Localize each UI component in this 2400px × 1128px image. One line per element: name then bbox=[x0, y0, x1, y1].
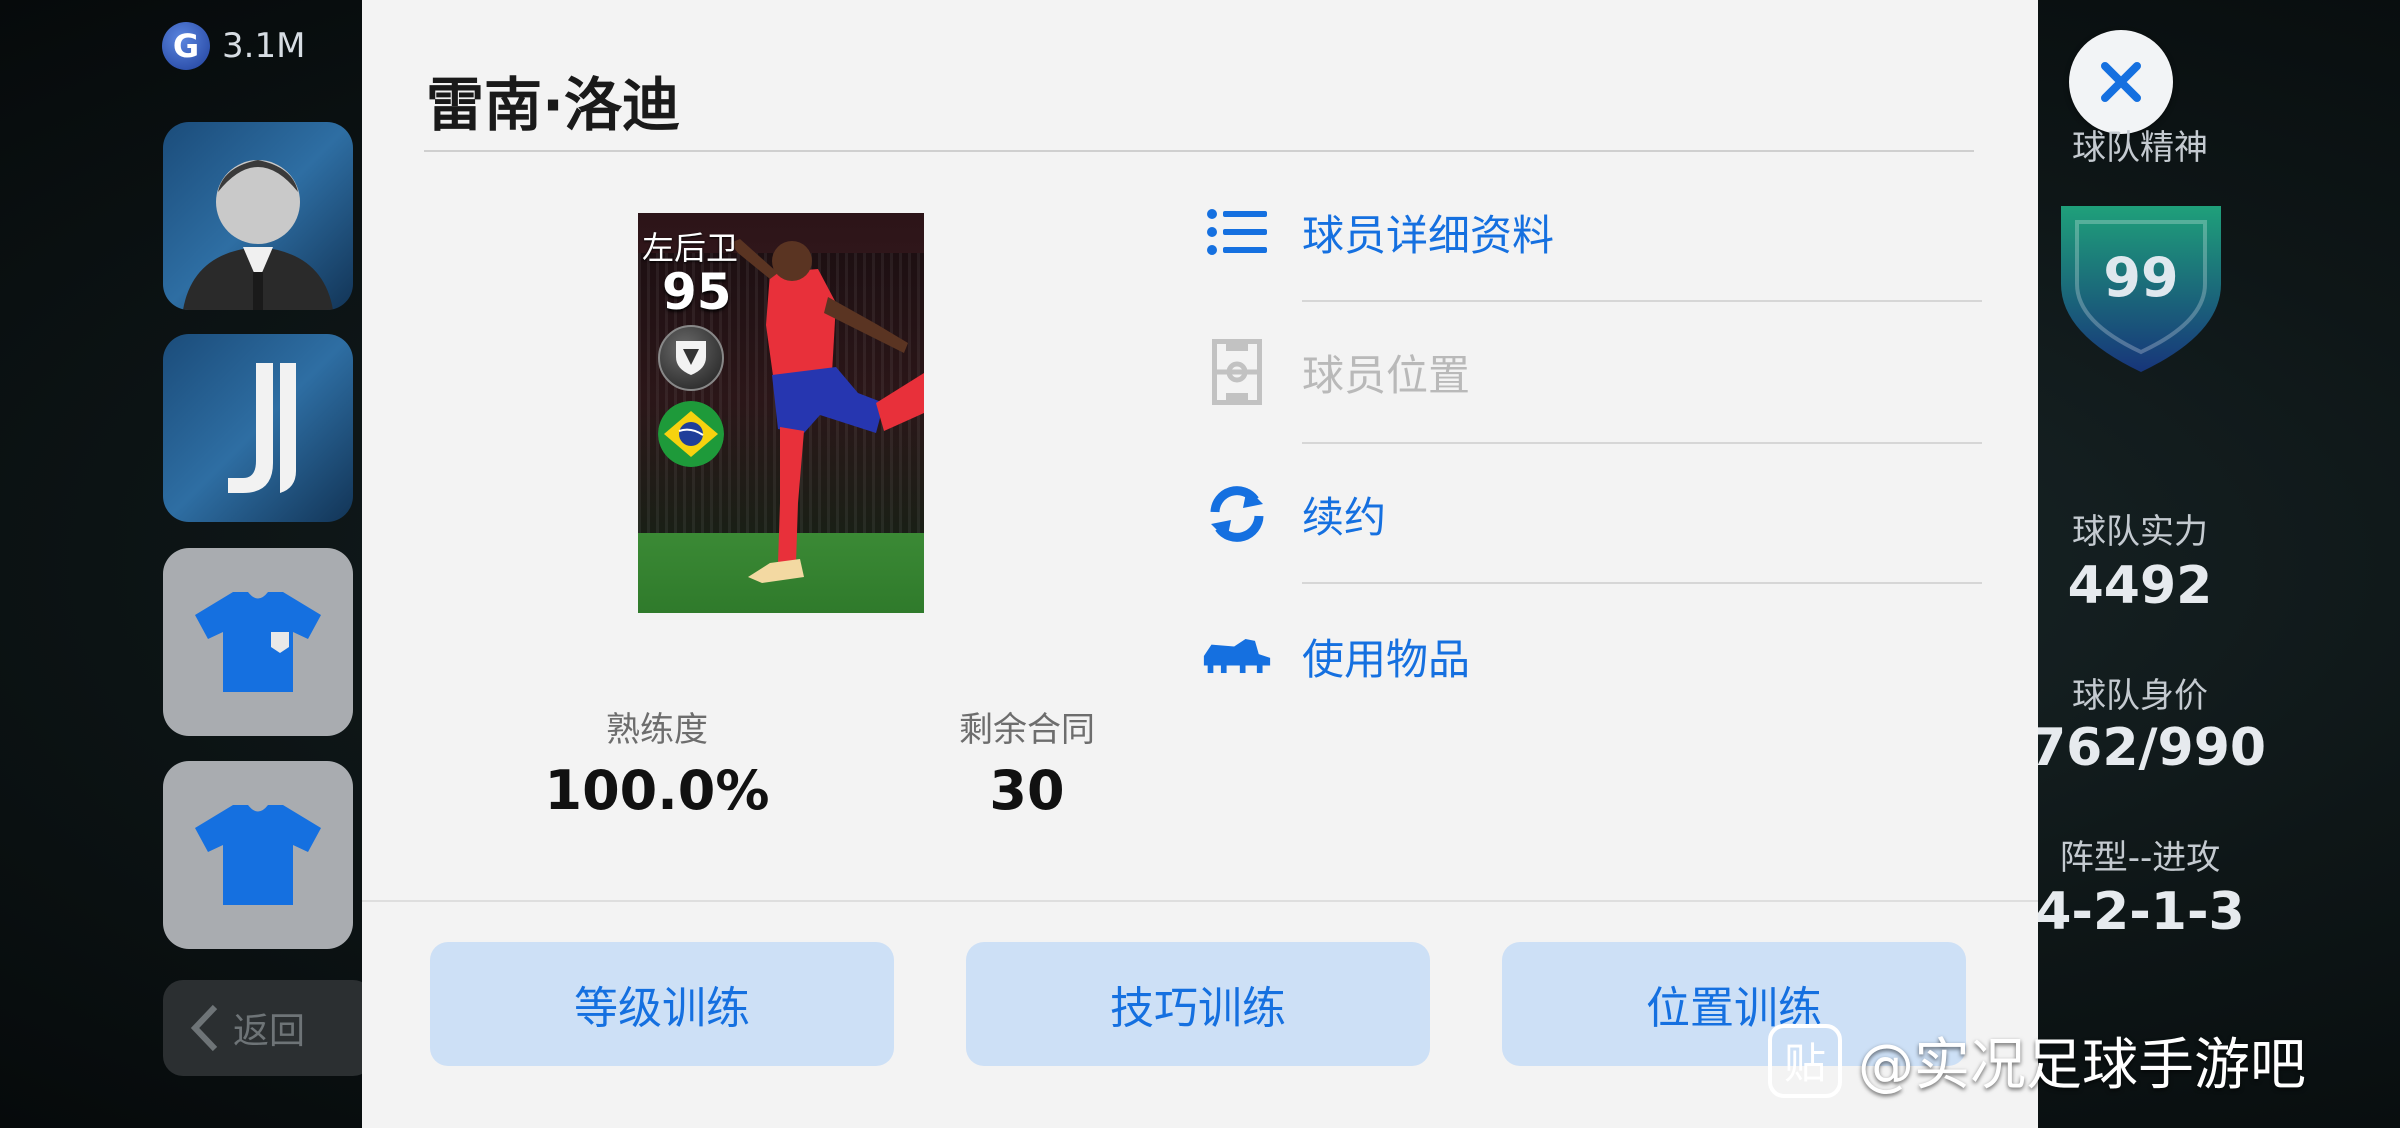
team-strength-label: 球队实力 bbox=[2072, 512, 2208, 552]
team-value-label: 球队身价 bbox=[2072, 676, 2208, 716]
manager-portrait-icon bbox=[183, 160, 333, 310]
manager-tile[interactable] bbox=[163, 122, 353, 310]
proficiency-value: 100.0% bbox=[544, 759, 770, 822]
team-value-value: 762/990 bbox=[2030, 718, 2267, 778]
team-spirit-shield-icon: 99 bbox=[2061, 206, 2221, 372]
proficiency-stat: 熟练度 100.0% bbox=[492, 702, 822, 822]
team-spirit-label: 球队精神 bbox=[2072, 128, 2208, 168]
menu-player-details[interactable]: 球员详细资料 bbox=[1202, 182, 1982, 282]
watermark-text: @实况足球手游吧 bbox=[1858, 1033, 2306, 1098]
menu-renew-contract[interactable]: 续约 bbox=[1202, 464, 1982, 564]
menu-use-item-label: 使用物品 bbox=[1302, 634, 1471, 684]
card-rating: 95 bbox=[662, 263, 732, 321]
refresh-icon bbox=[1202, 479, 1272, 549]
gp-coin-icon: G bbox=[162, 22, 210, 70]
menu-divider bbox=[1302, 300, 1982, 302]
skill-training-button[interactable]: 技巧训练 bbox=[966, 942, 1430, 1066]
club-crest-icon bbox=[658, 325, 724, 391]
team-spirit-value: 99 bbox=[2103, 246, 2178, 309]
player-photo bbox=[730, 239, 924, 583]
list-icon bbox=[1202, 197, 1272, 267]
level-training-button[interactable]: 等级训练 bbox=[430, 942, 894, 1066]
bottom-divider bbox=[362, 900, 2038, 902]
coin-balance-value: 3.1M bbox=[222, 26, 306, 66]
menu-use-item[interactable]: 使用物品 bbox=[1202, 606, 1982, 706]
club-tile[interactable] bbox=[163, 334, 353, 522]
title-divider bbox=[424, 150, 1974, 152]
club-logo-icon bbox=[228, 363, 296, 493]
menu-divider bbox=[1302, 442, 1982, 444]
formation-label: 阵型--进攻 bbox=[2059, 838, 2221, 878]
contract-value: 30 bbox=[989, 759, 1065, 822]
tieba-logo-icon: 贴 bbox=[1768, 1023, 1842, 1098]
boot-icon bbox=[1202, 621, 1272, 691]
jersey-icon bbox=[195, 805, 321, 905]
home-kit-tile[interactable] bbox=[163, 548, 353, 736]
menu-player-details-label: 球员详细资料 bbox=[1302, 210, 1555, 260]
close-button[interactable] bbox=[2069, 30, 2173, 134]
formation-value: 4-2-1-3 bbox=[2035, 882, 2245, 942]
watermark: 贴 @实况足球手游吧 bbox=[1768, 1020, 2306, 1101]
player-name-title: 雷南·洛迪 bbox=[426, 71, 681, 139]
jersey-icon bbox=[195, 592, 321, 692]
away-kit-tile[interactable] bbox=[163, 761, 353, 949]
pitch-icon bbox=[1202, 337, 1272, 407]
proficiency-label: 熟练度 bbox=[606, 710, 708, 750]
close-icon bbox=[2101, 62, 2141, 102]
coin-balance: G 3.1M bbox=[162, 22, 305, 70]
player-options-modal: 雷南·洛迪 左后卫 95 熟练度 100.0% 剩余合同 30 球员详细资料 球… bbox=[362, 0, 2038, 1128]
menu-player-position[interactable]: 球员位置 bbox=[1202, 322, 1982, 422]
brazil-flag-icon bbox=[658, 401, 724, 467]
player-card[interactable]: 左后卫 95 bbox=[638, 213, 924, 613]
back-button[interactable]: 返回 bbox=[163, 980, 373, 1076]
team-strength-value: 4492 bbox=[2067, 556, 2213, 616]
menu-renew-contract-label: 续约 bbox=[1302, 492, 1387, 542]
back-label: 返回 bbox=[233, 1011, 306, 1052]
menu-divider bbox=[1302, 582, 1982, 584]
contract-label: 剩余合同 bbox=[959, 710, 1095, 750]
chevron-left-icon bbox=[190, 1004, 218, 1052]
contract-stat: 剩余合同 30 bbox=[892, 702, 1162, 822]
menu-player-position-label: 球员位置 bbox=[1302, 350, 1471, 400]
